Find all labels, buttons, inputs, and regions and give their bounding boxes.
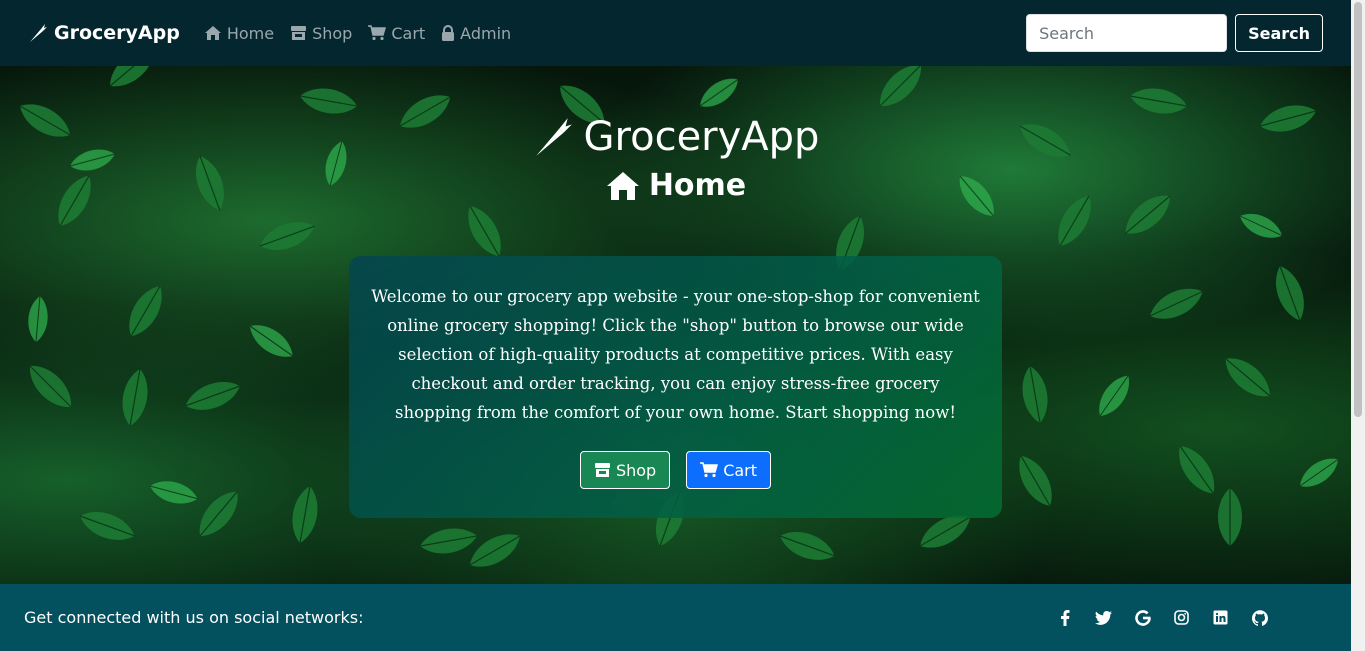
instagram-icon <box>1174 610 1189 625</box>
linkedin-link[interactable] <box>1201 610 1240 625</box>
nav-links: Home Shop Cart Admin <box>204 24 527 43</box>
search-button[interactable]: Search <box>1235 14 1323 52</box>
twitter-icon <box>1095 610 1112 625</box>
hero-subtitle: Home <box>0 168 1351 203</box>
brand-link[interactable]: GroceryApp <box>28 22 180 44</box>
footer: Get connected with us on social networks… <box>0 584 1351 651</box>
cart-button[interactable]: Cart <box>686 451 772 489</box>
facebook-icon <box>1060 609 1069 626</box>
github-link[interactable] <box>1240 609 1279 626</box>
hero-title: GroceryApp <box>0 114 1351 160</box>
search-form: Search <box>1026 14 1323 52</box>
nav-home[interactable]: Home <box>204 24 274 43</box>
scrollbar-thumb[interactable] <box>1354 2 1362 417</box>
welcome-text: Welcome to our grocery app website - you… <box>371 287 980 422</box>
carrot-icon <box>535 118 572 156</box>
store-icon <box>291 26 307 40</box>
welcome-card: Welcome to our grocery app website - you… <box>349 256 1002 518</box>
navbar: GroceryApp Home Shop Cart Admin Search S… <box>0 0 1351 66</box>
home-icon <box>204 26 221 40</box>
twitter-link[interactable] <box>1084 610 1123 625</box>
cart-icon <box>368 25 387 41</box>
nav-admin[interactable]: Admin <box>441 24 511 43</box>
instagram-link[interactable] <box>1162 610 1201 625</box>
shop-button[interactable]: Shop <box>579 451 671 489</box>
github-icon <box>1251 609 1268 626</box>
search-input[interactable] <box>1026 14 1228 52</box>
linkedin-icon <box>1213 610 1228 625</box>
facebook-link[interactable] <box>1045 609 1084 626</box>
hero-section: GroceryApp Home Welcome to our grocery a… <box>0 66 1351 584</box>
lock-icon <box>442 25 455 41</box>
page-scrollbar[interactable] <box>1351 0 1365 651</box>
home-icon <box>606 171 639 200</box>
nav-cart[interactable]: Cart <box>368 24 425 43</box>
google-link[interactable] <box>1123 609 1162 626</box>
brand-name: GroceryApp <box>54 22 180 44</box>
footer-text: Get connected with us on social networks… <box>24 608 364 627</box>
nav-shop[interactable]: Shop <box>290 24 352 43</box>
google-icon <box>1134 609 1151 626</box>
store-icon <box>594 463 610 477</box>
card-buttons: Shop Cart <box>371 451 980 489</box>
cart-icon <box>700 462 719 478</box>
carrot-icon <box>30 24 47 42</box>
social-links <box>1045 609 1279 626</box>
